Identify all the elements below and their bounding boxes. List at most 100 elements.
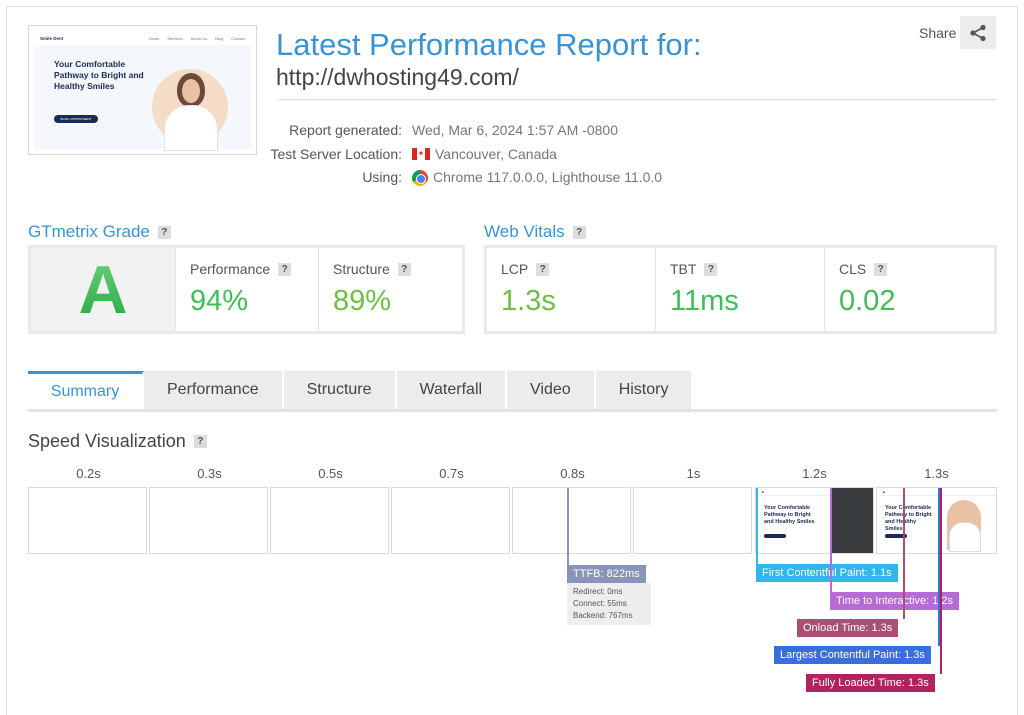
meta-value: ✦ Vancouver, Canada [412, 143, 557, 167]
filmstrip-frame[interactable]: ■ Your Comfortable Pathway to Bright and… [755, 487, 874, 554]
grade-panel-inner: A Performance ? 94% Structure ? 89% [31, 248, 462, 331]
tab-history[interactable]: History [595, 371, 694, 409]
using-value: Chrome 117.0.0.0, Lighthouse 11.0.0 [433, 169, 663, 185]
help-icon[interactable]: ? [704, 262, 718, 276]
tab-structure[interactable]: Structure [283, 371, 397, 409]
thumbnail-site: Smile Dent Home Services About Us Blog C… [34, 31, 251, 151]
fcp-marker[interactable]: First Contentful Paint: 1.1s [756, 564, 898, 582]
ttfb-redirect: Redirect: 0ms [573, 587, 623, 596]
structure-value: 89% [333, 285, 392, 317]
site-screenshot-thumbnail[interactable]: Smile Dent Home Services About Us Blog C… [28, 25, 257, 155]
share-button[interactable] [960, 16, 997, 49]
filmstrip: ■ Your Comfortable Pathway to Bright and… [28, 487, 997, 554]
filmstrip-frame[interactable]: ■ Your Comfortable Pathway to Bright and… [876, 487, 997, 554]
web-vitals-panel: LCP ? 1.3s TBT ? 11ms CLS ? 0.02 [484, 245, 997, 334]
report-generated-value: Wed, Mar 6, 2024 1:57 AM -0800 [412, 122, 618, 138]
filmstrip-frame[interactable] [28, 487, 147, 554]
thumbnail-logo: Smile Dent [40, 35, 64, 41]
filmstrip-frame[interactable] [633, 487, 752, 554]
meta-value: Chrome 117.0.0.0, Lighthouse 11.0.0 [412, 166, 662, 190]
lcp-label-row: LCP ? [501, 261, 641, 277]
ttfb-breakdown: Redirect: 0ms Connect: 55ms Backend: 767… [567, 583, 651, 625]
share-icon [970, 24, 986, 41]
filmstrip-time: 1.3s [924, 466, 949, 481]
ttfb-backend: Backend: 767ms [573, 611, 633, 620]
thumbnail-nav: Smile Dent Home Services About Us Blog C… [34, 31, 251, 45]
share-control[interactable]: Share [919, 16, 997, 49]
filmstrip-frame[interactable] [391, 487, 510, 554]
help-icon[interactable]: ? [536, 262, 550, 276]
fcp-line [756, 488, 758, 564]
help-icon[interactable]: ? [874, 262, 888, 276]
filmstrip-time: 1.2s [802, 466, 827, 481]
vitals-panel-inner: LCP ? 1.3s TBT ? 11ms CLS ? 0.02 [487, 248, 994, 331]
lcp-cell: LCP ? 1.3s [487, 248, 656, 331]
frame-person-coat [949, 522, 981, 552]
performance-label-row: Performance ? [190, 261, 304, 277]
meta-row-server-location: Test Server Location: ✦ Vancouver, Canad… [270, 143, 662, 167]
meta-value: Wed, Mar 6, 2024 1:57 AM -0800 [412, 119, 618, 143]
frame-button [764, 534, 786, 538]
meta-row-report-generated: Report generated: Wed, Mar 6, 2024 1:57 … [270, 119, 662, 143]
performance-value: 94% [190, 285, 249, 317]
onload-line [903, 488, 905, 619]
help-icon[interactable]: ? [572, 225, 586, 239]
web-vitals-heading: Web Vitals ? [484, 222, 586, 242]
structure-label-row: Structure ? [333, 261, 448, 277]
lcp-value: 1.3s [501, 285, 556, 317]
frame-headline: Your Comfortable Pathway to Bright and H… [764, 505, 815, 525]
onload-marker[interactable]: Onload Time: 1.3s [797, 619, 899, 637]
frame-headline: Your Comfortable Pathway to Bright and H… [885, 505, 932, 532]
tbt-label-row: TBT ? [670, 261, 810, 277]
lcp-marker[interactable]: Largest Contentful Paint: 1.3s [774, 646, 931, 664]
thumbnail-nav-item: About Us [190, 35, 208, 41]
help-icon[interactable]: ? [397, 262, 411, 276]
frame-nav: ■ [877, 488, 996, 496]
ttfb-marker[interactable]: TTFB: 822ms [567, 565, 646, 583]
speed-visualization-title: Speed Visualization [28, 431, 186, 451]
report-url[interactable]: http://dwhosting49.com/ [276, 64, 519, 91]
gtmetrix-grade-panel: A Performance ? 94% Structure ? 89% [28, 245, 465, 334]
thumbnail-headline: Your Comfortable Pathway to Bright and H… [54, 59, 144, 91]
performance-cell: Performance ? 94% [176, 248, 319, 331]
speed-visualization-heading: Speed Visualization ? [28, 431, 207, 452]
grade-letter: A [78, 251, 128, 328]
meta-label: Report generated: [289, 122, 402, 138]
filmstrip-times: 0.2s 0.3s 0.5s 0.7s 0.8s 1s 1.2s 1.3s [28, 466, 997, 482]
thumbnail-nav-item: Services [167, 35, 183, 41]
cls-label-row: CLS ? [839, 261, 980, 277]
tab-video[interactable]: Video [507, 371, 596, 409]
report-title: Latest Performance Report for: [276, 27, 702, 62]
tbt-value: 11ms [670, 285, 739, 317]
tab-performance[interactable]: Performance [144, 371, 284, 409]
web-vitals-title: Web Vitals [484, 222, 565, 241]
thumbnail-nav-item: Contact [231, 35, 245, 41]
filmstrip-frame[interactable] [512, 487, 631, 554]
filmstrip-frame[interactable] [149, 487, 268, 554]
tti-line [830, 488, 832, 592]
canada-flag-icon: ✦ [412, 148, 430, 161]
tab-summary[interactable]: Summary [28, 371, 144, 409]
thumbnail-person-coat [164, 105, 218, 151]
grade-cell: A [31, 248, 176, 331]
header-divider [278, 99, 997, 100]
help-icon[interactable]: ? [193, 435, 207, 448]
report-meta: Report generated: Wed, Mar 6, 2024 1:57 … [270, 119, 662, 190]
tab-waterfall[interactable]: Waterfall [396, 371, 508, 409]
meta-label: Using: [362, 169, 402, 185]
thumbnail-cta: BOOK APPOINTMENT [54, 115, 98, 123]
ttfb-line [567, 488, 569, 565]
thumbnail-subtext: ​ [54, 99, 134, 103]
thumbnail-nav-item: Blog [215, 35, 224, 41]
performance-label: Performance [190, 261, 271, 277]
fully-loaded-marker[interactable]: Fully Loaded Time: 1.3s [806, 674, 935, 692]
cls-value: 0.02 [839, 285, 896, 317]
help-icon[interactable]: ? [278, 262, 292, 276]
fully-loaded-line [940, 488, 942, 674]
tbt-label: TBT [670, 261, 697, 277]
cls-cell: CLS ? 0.02 [825, 248, 994, 331]
frame-dark-region [832, 488, 873, 553]
filmstrip-frame[interactable] [270, 487, 389, 554]
help-icon[interactable]: ? [157, 225, 171, 239]
structure-cell: Structure ? 89% [319, 248, 462, 331]
